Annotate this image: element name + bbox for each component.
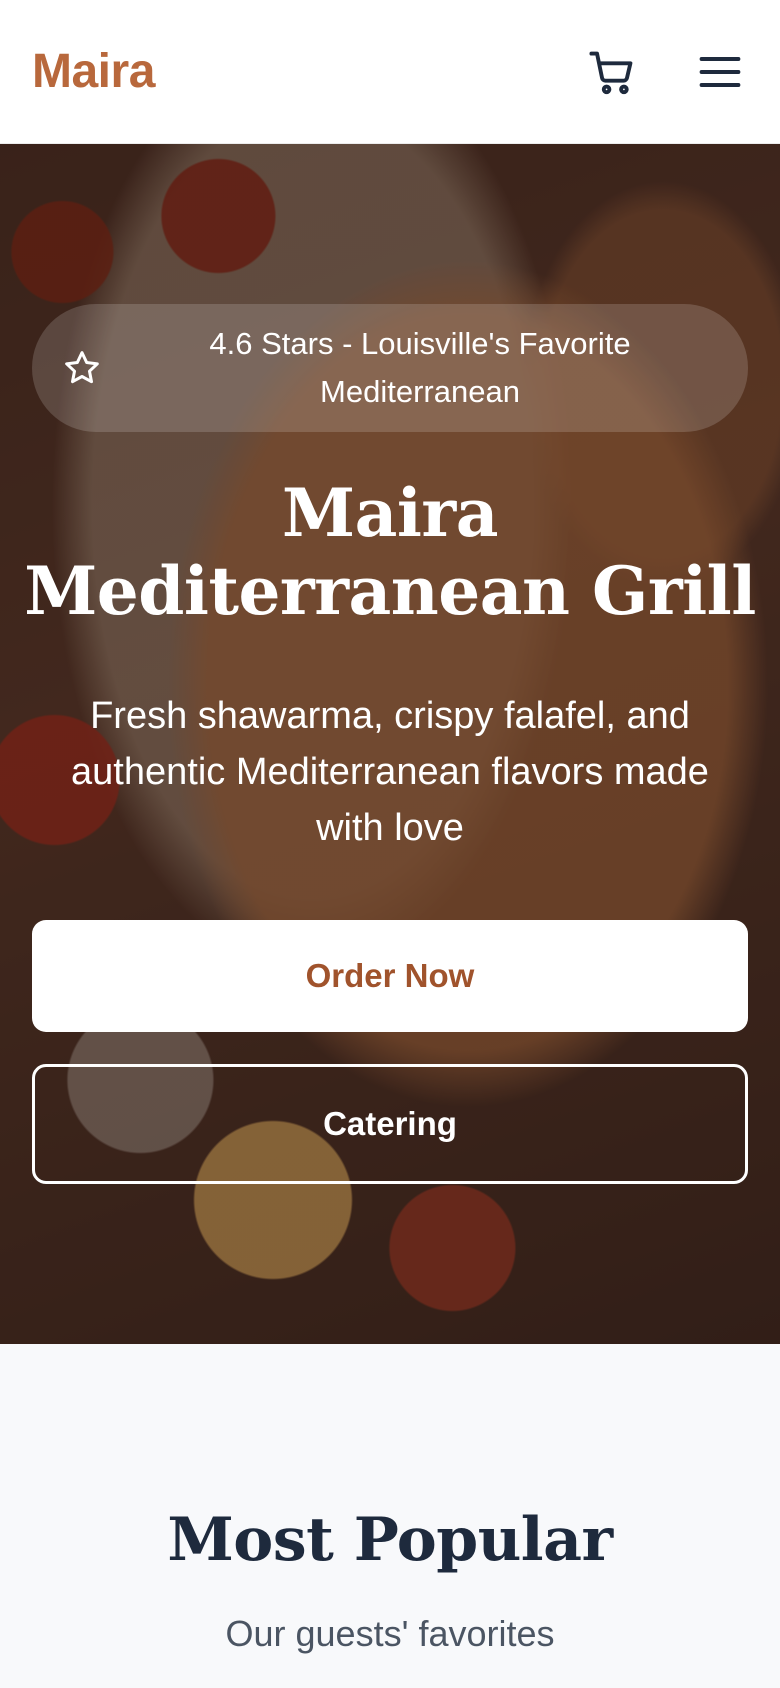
- most-popular-section: Most Popular Our guests' favorites: [0, 1344, 780, 1688]
- rating-badge-text: 4.6 Stars - Louisville's Favorite Medite…: [209, 326, 631, 409]
- shopping-cart-icon: [589, 51, 633, 94]
- menu-button[interactable]: [692, 44, 748, 100]
- hamburger-menu-icon: [699, 56, 741, 87]
- hero-subtitle: Fresh shawarma, crispy falafel, and auth…: [71, 695, 709, 849]
- hero-section: 4.6 Stars - Louisville's Favorite Medite…: [0, 144, 780, 1344]
- site-header: Maira: [0, 0, 780, 144]
- section-subtitle: Our guests' favorites: [225, 1613, 555, 1654]
- cart-button[interactable]: [584, 44, 640, 100]
- order-now-button[interactable]: Order Now: [32, 920, 748, 1032]
- header-actions: [584, 44, 748, 100]
- star-icon: [65, 351, 99, 384]
- catering-button[interactable]: Catering: [32, 1064, 748, 1184]
- brand-logo[interactable]: Maira: [32, 44, 155, 99]
- rating-badge: 4.6 Stars - Louisville's Favorite Medite…: [32, 304, 748, 432]
- hero-title: Maira Mediterranean Grill: [24, 474, 756, 630]
- section-title: Most Popular: [167, 1505, 613, 1575]
